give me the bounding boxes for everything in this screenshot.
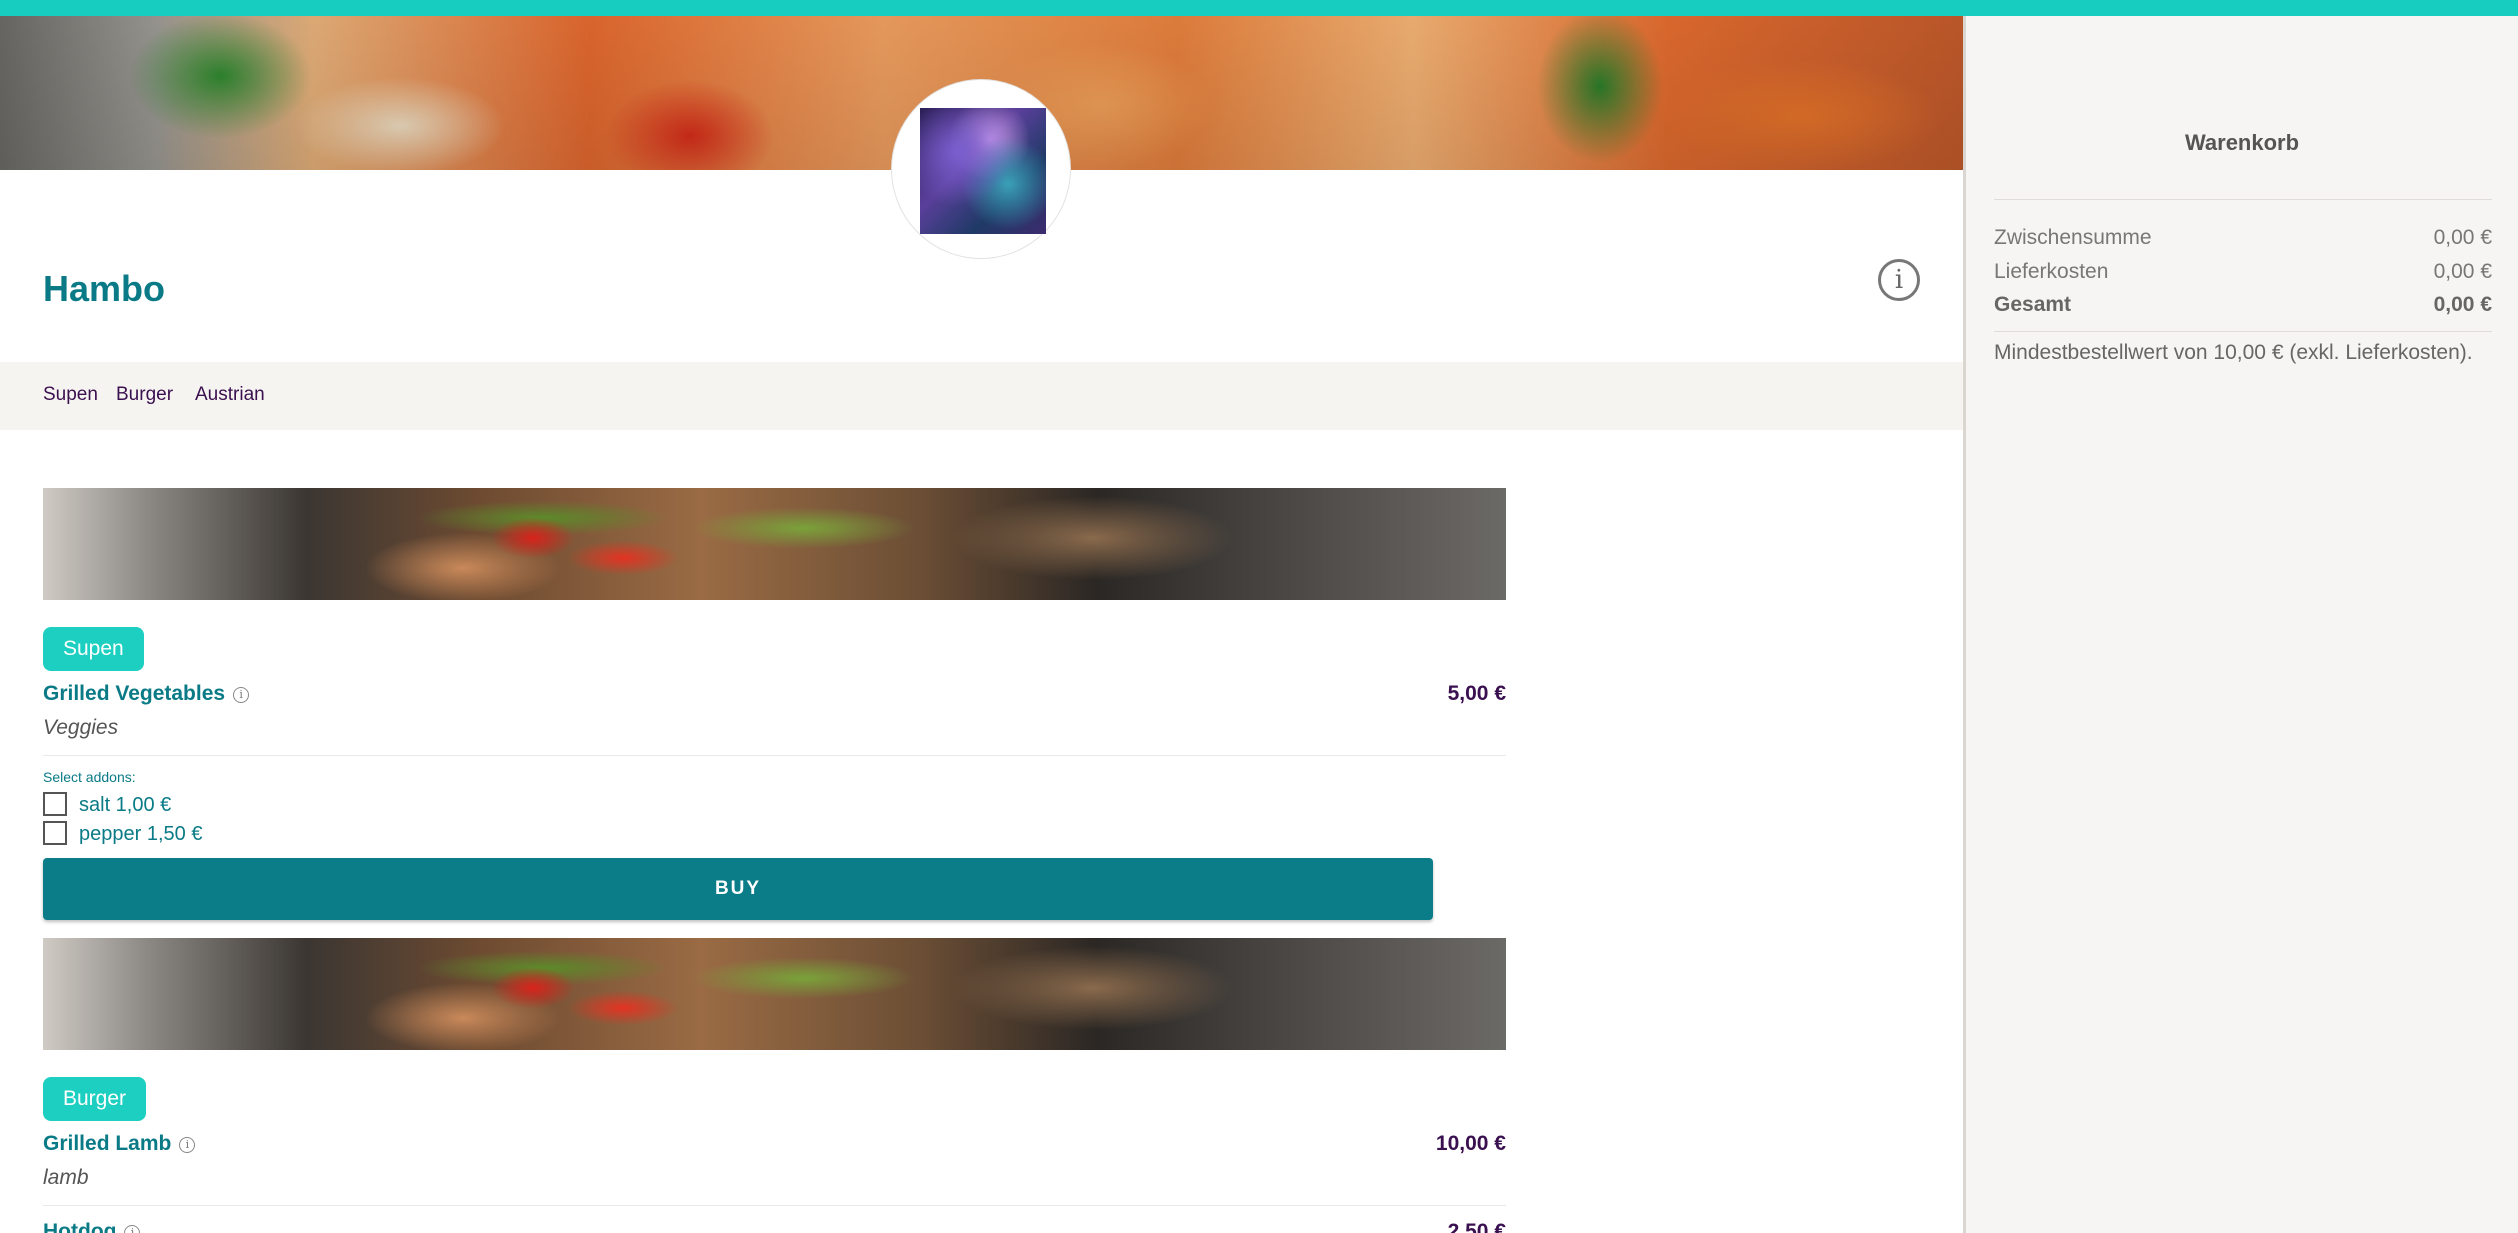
category-banner-image — [43, 938, 1506, 1050]
divider — [43, 755, 1506, 756]
category-badge-supen: Supen — [43, 627, 144, 671]
logo-image — [920, 108, 1046, 234]
cart-divider — [1994, 199, 2492, 200]
product-info-icon[interactable]: i — [179, 1137, 196, 1153]
top-accent-bar — [0, 0, 2518, 16]
product-price: 2,50 € — [1447, 1220, 1506, 1233]
category-badge-burger: Burger — [43, 1077, 147, 1121]
product-name-text[interactable]: Grilled Lamb — [43, 1132, 171, 1155]
product-name-text[interactable]: Hotdog — [43, 1220, 116, 1233]
cart-delivery-row: Lieferkosten 0,00 € — [1994, 260, 2492, 284]
addon-salt-checkbox[interactable] — [43, 792, 67, 816]
addons-label: Select addons: — [43, 769, 136, 785]
cart-minimum-note: Mindestbestellwert von 10,00 € (exkl. Li… — [1994, 341, 2473, 364]
product-description: lamb — [43, 1166, 89, 1189]
cart-subtotal-amount: 0,00 € — [2433, 226, 2492, 249]
cart-total-row: Gesamt 0,00 € — [1994, 293, 2492, 317]
cart-total-amount: 0,00 € — [2433, 293, 2492, 316]
product-price: 5,00 € — [1447, 682, 1506, 705]
product-name-text[interactable]: Grilled Vegetables — [43, 682, 225, 705]
addon-salt-label: salt 1,00 € — [79, 794, 172, 816]
product-info-icon[interactable]: i — [233, 687, 250, 703]
main-content: Hambo i Supen Burger Austrian Supen Gril… — [0, 16, 1963, 1233]
nav-item-supen[interactable]: Supen — [43, 384, 98, 406]
product-name[interactable]: Hotdog i — [43, 1220, 141, 1233]
cart-title: Warenkorb — [2184, 130, 2300, 155]
cart-delivery-amount: 0,00 € — [2433, 260, 2492, 283]
product-description: Veggies — [43, 716, 119, 739]
addon-pepper[interactable]: pepper 1,50 € — [43, 821, 202, 846]
addon-salt[interactable]: salt 1,00 € — [43, 792, 171, 817]
restaurant-name: Hambo — [43, 268, 166, 309]
addon-pepper-label: pepper 1,50 € — [79, 823, 203, 845]
nav-item-austrian[interactable]: Austrian — [195, 384, 265, 406]
cart-sidebar: Warenkorb Zwischensumme 0,00 € Lieferkos… — [1963, 16, 2518, 1233]
cart-subtotal-row: Zwischensumme 0,00 € — [1994, 226, 2492, 250]
info-icon[interactable]: i — [1878, 259, 1920, 301]
cart-divider — [1994, 331, 2492, 332]
product-name[interactable]: Grilled Lamb i — [43, 1132, 196, 1156]
nav-item-burger[interactable]: Burger — [116, 384, 173, 406]
addon-pepper-checkbox[interactable] — [43, 821, 67, 845]
buy-button[interactable]: BUY — [43, 858, 1433, 920]
cart-total-label: Gesamt — [1994, 293, 2072, 316]
restaurant-logo — [891, 79, 1071, 259]
product-price: 10,00 € — [1435, 1132, 1506, 1155]
cart-delivery-label: Lieferkosten — [1994, 260, 2109, 283]
category-nav: Supen Burger Austrian — [0, 362, 1963, 430]
product-name[interactable]: Grilled Vegetables i — [43, 682, 250, 706]
divider — [43, 1205, 1506, 1206]
category-banner-image — [43, 488, 1506, 600]
product-info-icon[interactable]: i — [124, 1225, 141, 1233]
cart-subtotal-label: Zwischensumme — [1994, 226, 2152, 249]
